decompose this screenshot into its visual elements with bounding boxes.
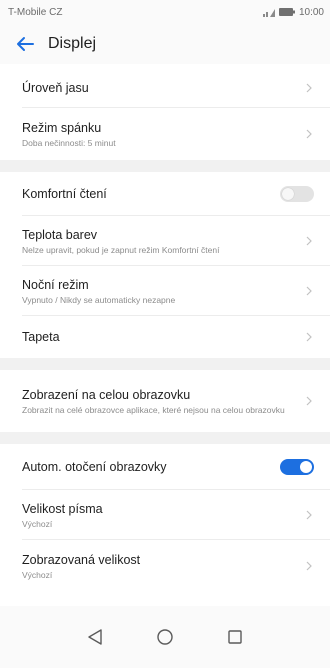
section-divider <box>0 358 330 370</box>
chevron-right-icon <box>304 286 314 296</box>
row-title: Režim spánku <box>22 120 102 135</box>
row-font-size[interactable]: Velikost písma Výchozí <box>0 490 330 540</box>
carrier-name: T-Mobile CZ <box>8 6 63 18</box>
wifi-signal-icon <box>262 8 275 17</box>
row-title: Tapeta <box>22 330 60 344</box>
row-title: Úroveň jasu <box>22 81 89 95</box>
row-title: Noční režim <box>22 277 89 292</box>
page-title: Displej <box>48 35 97 52</box>
chevron-right-icon <box>304 83 314 93</box>
battery-icon <box>278 8 295 16</box>
chevron-right-icon <box>304 561 314 571</box>
settings-group-reading: Komfortní čtení Teplota barev Nelze upra… <box>0 172 330 358</box>
row-title: Zobrazovaná velikost <box>22 552 141 567</box>
back-arrow-icon[interactable] <box>14 33 36 55</box>
comfort-reading-toggle[interactable] <box>280 186 314 202</box>
row-title: Komfortní čtení <box>22 187 107 201</box>
row-title: Autom. otočení obrazovky <box>22 460 167 474</box>
row-fullscreen-display[interactable]: Zobrazení na celou obrazovku Zobrazit na… <box>0 370 330 432</box>
settings-group-brightness: Úroveň jasu Režim spánku Doba nečinnosti… <box>0 68 330 160</box>
row-auto-rotate[interactable]: Autom. otočení obrazovky <box>0 444 330 490</box>
chevron-right-icon <box>304 236 314 246</box>
toggle-knob <box>300 461 312 473</box>
chevron-right-icon <box>304 510 314 520</box>
circle-home-icon[interactable] <box>154 626 176 648</box>
row-title: Zobrazení na celou obrazovku <box>22 387 191 402</box>
row-display-size[interactable]: Zobrazovaná velikost Výchozí <box>0 540 330 592</box>
auto-rotate-toggle[interactable] <box>280 459 314 475</box>
triangle-back-icon[interactable] <box>84 626 106 648</box>
row-subtitle: Doba nečinnosti: 5 minut <box>22 137 116 148</box>
system-navigation-bar <box>0 606 330 668</box>
clock: 10:00 <box>298 6 324 18</box>
row-comfort-reading[interactable]: Komfortní čtení <box>0 172 330 216</box>
square-recents-icon[interactable] <box>224 626 246 648</box>
row-title: Velikost písma <box>22 501 103 516</box>
toggle-knob <box>282 188 294 200</box>
status-bar: T-Mobile CZ 10:00 <box>0 0 330 24</box>
row-brightness-level[interactable]: Úroveň jasu <box>0 68 330 108</box>
app-header: Displej <box>0 24 330 64</box>
row-title: Teplota barev <box>22 227 98 242</box>
row-wallpaper[interactable]: Tapeta <box>0 316 330 358</box>
section-divider <box>0 160 330 172</box>
row-subtitle: Výchozí <box>22 518 53 529</box>
status-right: 10:00 <box>262 7 324 18</box>
chevron-right-icon <box>304 129 314 139</box>
chevron-right-icon <box>304 332 314 342</box>
chevron-right-icon <box>304 396 314 406</box>
row-subtitle: Vypnuto / Nikdy se automaticky nezapne <box>22 294 176 305</box>
row-subtitle: Nelze upravit, pokud je zapnut režim Kom… <box>22 244 220 255</box>
row-sleep-mode[interactable]: Režim spánku Doba nečinnosti: 5 minut <box>0 108 330 160</box>
row-color-temperature[interactable]: Teplota barev Nelze upravit, pokud je za… <box>0 216 330 266</box>
status-icons <box>262 8 295 17</box>
settings-group-rotation-size: Autom. otočení obrazovky Velikost písma … <box>0 444 330 592</box>
row-subtitle: Zobrazit na celé obrazovce aplikace, kte… <box>22 404 285 415</box>
settings-group-fullscreen: Zobrazení na celou obrazovku Zobrazit na… <box>0 370 330 432</box>
row-night-mode[interactable]: Noční režim Vypnuto / Nikdy se automatic… <box>0 266 330 316</box>
section-divider <box>0 432 330 444</box>
row-subtitle: Výchozí <box>22 569 53 580</box>
